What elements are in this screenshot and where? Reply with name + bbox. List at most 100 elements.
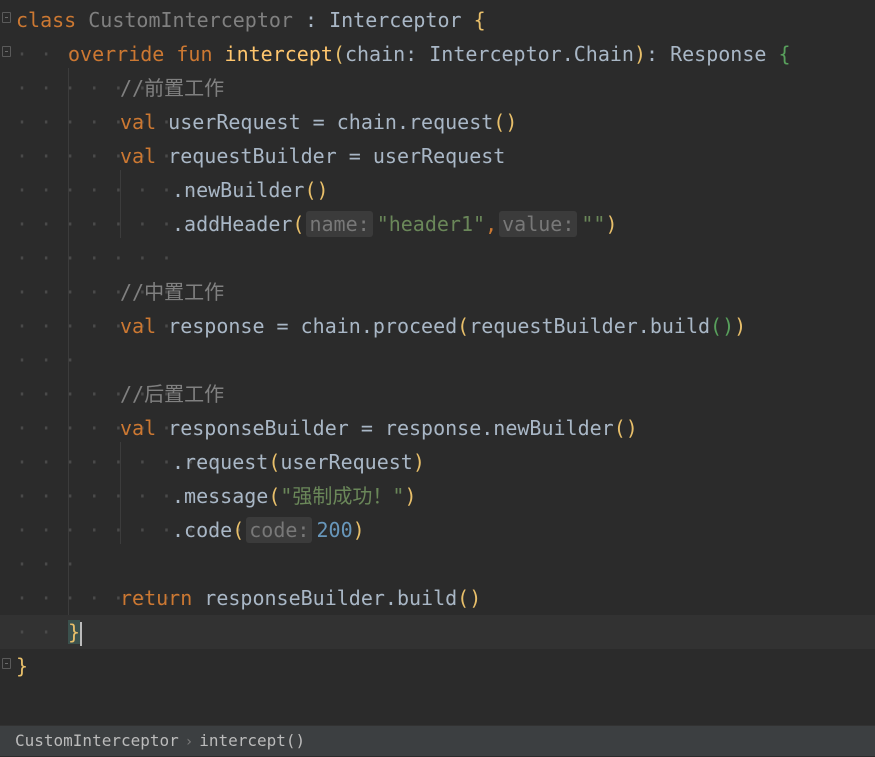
line-content: val userRequest = chain.request() xyxy=(120,105,517,139)
statement: response = chain.proceed xyxy=(168,314,458,338)
line-content: return responseBuilder.build() xyxy=(120,581,481,615)
method-call: .addHeader xyxy=(172,212,293,236)
keyword-val: val xyxy=(120,110,157,134)
code-line-17[interactable]: · · · xyxy=(0,547,875,581)
method-call: .code xyxy=(172,518,233,542)
keyword-fun: fun xyxy=(176,42,213,66)
paren: ( xyxy=(268,450,281,474)
code-line-12[interactable]: · · · · · · · //后置工作 xyxy=(0,377,875,411)
matched-close-brace: } xyxy=(68,620,81,644)
line-content: val response = chain.proceed(requestBuil… xyxy=(120,309,746,343)
return-separator: : xyxy=(646,42,671,66)
code-line-5[interactable]: · · · · · · · val requestBuilder = userR… xyxy=(0,139,875,173)
paren: () xyxy=(304,178,329,202)
breadcrumb-item-class[interactable]: CustomInterceptor xyxy=(15,731,179,750)
statement: responseBuilder = response.newBuilder xyxy=(168,416,614,440)
code-line-4[interactable]: · · · · · · · val userRequest = chain.re… xyxy=(0,105,875,139)
paren: ) xyxy=(412,450,425,474)
parameter: chain: Interceptor.Chain xyxy=(344,42,634,66)
whitespace-dots: · · · xyxy=(16,552,77,576)
code-line-19-current[interactable]: · · · } xyxy=(0,615,875,649)
argument: requestBuilder.build xyxy=(469,314,711,338)
parameter-hint-name: name: xyxy=(306,211,373,237)
line-content: .addHeader(name: "header1", value: "") xyxy=(172,207,618,241)
whitespace-dots: · · · · · · · xyxy=(16,246,173,270)
open-brace: { xyxy=(473,8,486,32)
colon: : xyxy=(292,8,330,32)
paren: ( xyxy=(232,518,245,542)
code-editor[interactable]: class CustomInterceptor : Interceptor { … xyxy=(0,0,875,725)
string-literal: "强制成功！" xyxy=(280,484,405,508)
code-line-14[interactable]: · · · · · · · · · · .request(userRequest… xyxy=(0,445,875,479)
line-content: override fun intercept(chain: Intercepto… xyxy=(68,37,791,71)
keyword-override: override xyxy=(68,42,165,66)
keyword-return: return xyxy=(120,586,193,610)
text-caret xyxy=(80,621,83,646)
code-line-7[interactable]: · · · · · · · · · · .addHeader(name: "hea… xyxy=(0,207,875,241)
paren: ) xyxy=(352,518,365,542)
method-call: .message xyxy=(172,484,269,508)
code-line-3[interactable]: · · · · · · · //前置工作 xyxy=(0,71,875,105)
code-line-20[interactable]: } xyxy=(0,649,875,683)
statement: userRequest = chain.request xyxy=(168,110,494,134)
argument: userRequest xyxy=(280,450,413,474)
close-brace: } xyxy=(16,654,29,678)
paren: ( xyxy=(332,42,345,66)
comment-post-work: //后置工作 xyxy=(120,382,225,406)
function-name: intercept xyxy=(224,42,333,66)
supertype: Interceptor xyxy=(329,8,462,32)
comment-mid-work: //中置工作 xyxy=(120,280,225,304)
number-literal: 200 xyxy=(316,518,353,542)
line-content: .message("强制成功！") xyxy=(172,479,417,513)
line-content: } xyxy=(68,615,83,649)
keyword-class: class xyxy=(16,8,77,32)
paren: () xyxy=(493,110,518,134)
code-line-11[interactable]: · · · xyxy=(0,343,875,377)
comment-pre-work: //前置工作 xyxy=(120,76,225,100)
code-line-18[interactable]: · · · · · · · return responseBuilder.bui… xyxy=(0,581,875,615)
code-line-10[interactable]: · · · · · · · val response = chain.proce… xyxy=(0,309,875,343)
paren: () xyxy=(710,314,735,338)
statement: responseBuilder.build xyxy=(204,586,458,610)
line-content: val requestBuilder = userRequest xyxy=(120,139,505,173)
line-content: .newBuilder() xyxy=(172,173,329,207)
code-line-8[interactable]: · · · · · · · xyxy=(0,241,875,275)
line-content: .request(userRequest) xyxy=(172,445,425,479)
comma: , xyxy=(485,212,498,236)
code-line-13[interactable]: · · · · · · · val responseBuilder = resp… xyxy=(0,411,875,445)
line-content: val responseBuilder = response.newBuilde… xyxy=(120,411,638,445)
paren: ( xyxy=(457,314,470,338)
breadcrumb: CustomInterceptor › intercept() xyxy=(0,725,875,756)
code-line-15[interactable]: · · · · · · · · · · .message("强制成功！") xyxy=(0,479,875,513)
breadcrumb-item-function[interactable]: intercept() xyxy=(199,731,305,750)
code-line-2[interactable]: · · · override fun intercept(chain: Inte… xyxy=(0,37,875,71)
keyword-val: val xyxy=(120,144,157,168)
string-literal: "" xyxy=(581,212,606,236)
whitespace-dots: · · · xyxy=(16,348,77,372)
code-line-16[interactable]: · · · · · · · · · · .code(code: 200) xyxy=(0,513,875,547)
paren: () xyxy=(613,416,638,440)
method-call: .newBuilder xyxy=(172,178,305,202)
breadcrumb-separator-icon: › xyxy=(184,734,194,750)
paren: () xyxy=(457,586,482,610)
paren: ) xyxy=(605,212,618,236)
keyword-val: val xyxy=(120,416,157,440)
paren: ) xyxy=(404,484,417,508)
open-brace: { xyxy=(778,42,791,66)
string-literal: "header1" xyxy=(376,212,486,236)
return-type: Response xyxy=(670,42,767,66)
paren: ) xyxy=(633,42,646,66)
paren: ( xyxy=(292,212,305,236)
parameter-hint-code: code: xyxy=(246,517,313,543)
line-content: .code(code: 200) xyxy=(172,513,365,547)
code-line-1[interactable]: class CustomInterceptor : Interceptor { xyxy=(0,3,875,37)
parameter-hint-value: value: xyxy=(499,211,578,237)
code-line-6[interactable]: · · · · · · · · · · .newBuilder() xyxy=(0,173,875,207)
method-call: .request xyxy=(172,450,269,474)
class-name: CustomInterceptor xyxy=(88,8,293,32)
paren: ) xyxy=(734,314,747,338)
keyword-val: val xyxy=(120,314,157,338)
line-content: class CustomInterceptor : Interceptor { xyxy=(16,3,486,37)
code-line-9[interactable]: · · · · · · · //中置工作 xyxy=(0,275,875,309)
paren: ( xyxy=(268,484,281,508)
